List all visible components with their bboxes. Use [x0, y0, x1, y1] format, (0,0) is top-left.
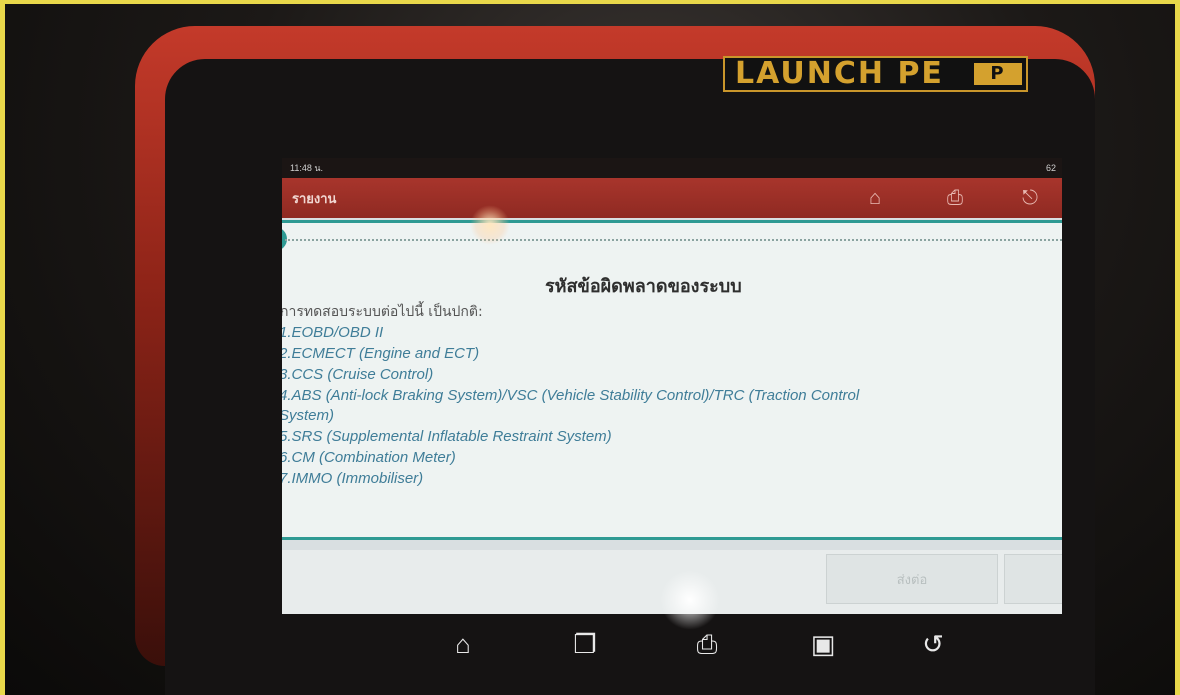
back-icon[interactable]: ↺: [915, 626, 951, 662]
device-screen: 11:48 น. 62 รายงาน ⌂ ⎙ ⎋ รหัสข้อผิดพลาดข…: [282, 158, 1062, 614]
home-icon[interactable]: ⌂: [862, 185, 888, 211]
system-navbar: ⌂ ❐ ⎙ ▣ ↺: [205, 612, 1085, 672]
report-title: รหัสข้อผิดพลาดของระบบ: [545, 276, 742, 297]
light-glare: [470, 205, 510, 245]
frame-right: [1175, 0, 1180, 695]
card-divider: [285, 239, 1062, 241]
exit-icon[interactable]: ⎋: [1017, 185, 1043, 211]
system-item: 2.ECMECT (Engine and ECT): [282, 345, 480, 362]
system-list: 1.EOBD/OBD II 2.ECMECT (Engine and ECT) …: [282, 323, 1045, 490]
system-item: 1.EOBD/OBD II: [282, 324, 384, 341]
system-item: 3.CCS (Cruise Control): [282, 366, 434, 383]
status-time: 11:48 น.: [290, 163, 324, 173]
report-card: รหัสข้อผิดพลาดของระบบ การทดสอบระบบต่อไปน…: [282, 220, 1062, 540]
app-bar: รายงาน ⌂ ⎙ ⎋: [282, 178, 1062, 218]
brand-logo: LAUNCH PE P: [723, 56, 1028, 92]
print-icon[interactable]: ⎙: [942, 185, 968, 211]
report-intro: การทดสอบระบบต่อไปนี้ เป็นปกติ:: [282, 304, 483, 320]
status-bar: 11:48 น. 62: [282, 158, 1062, 178]
recent-apps-icon[interactable]: ❐: [567, 626, 603, 662]
print-icon[interactable]: ⎙: [689, 626, 725, 662]
more-button[interactable]: [1004, 554, 1062, 604]
system-item: 6.CM (Combination Meter): [282, 449, 456, 466]
status-battery: 62: [1045, 163, 1056, 173]
brand-name: LAUNCH PE: [735, 56, 944, 91]
system-item: 4.ABS (Anti-lock Braking System)/VSC (Ve…: [282, 387, 860, 424]
brand-tag: P: [974, 63, 1022, 85]
screenshot-icon[interactable]: ▣: [805, 626, 841, 662]
home-icon[interactable]: ⌂: [445, 626, 481, 662]
export-button[interactable]: ส่งต่อ: [826, 554, 998, 604]
system-item: 5.SRS (Supplemental Inflatable Restraint…: [282, 428, 612, 445]
system-item: 7.IMMO (Immobiliser): [282, 470, 424, 487]
app-title: รายงาน: [292, 191, 337, 206]
